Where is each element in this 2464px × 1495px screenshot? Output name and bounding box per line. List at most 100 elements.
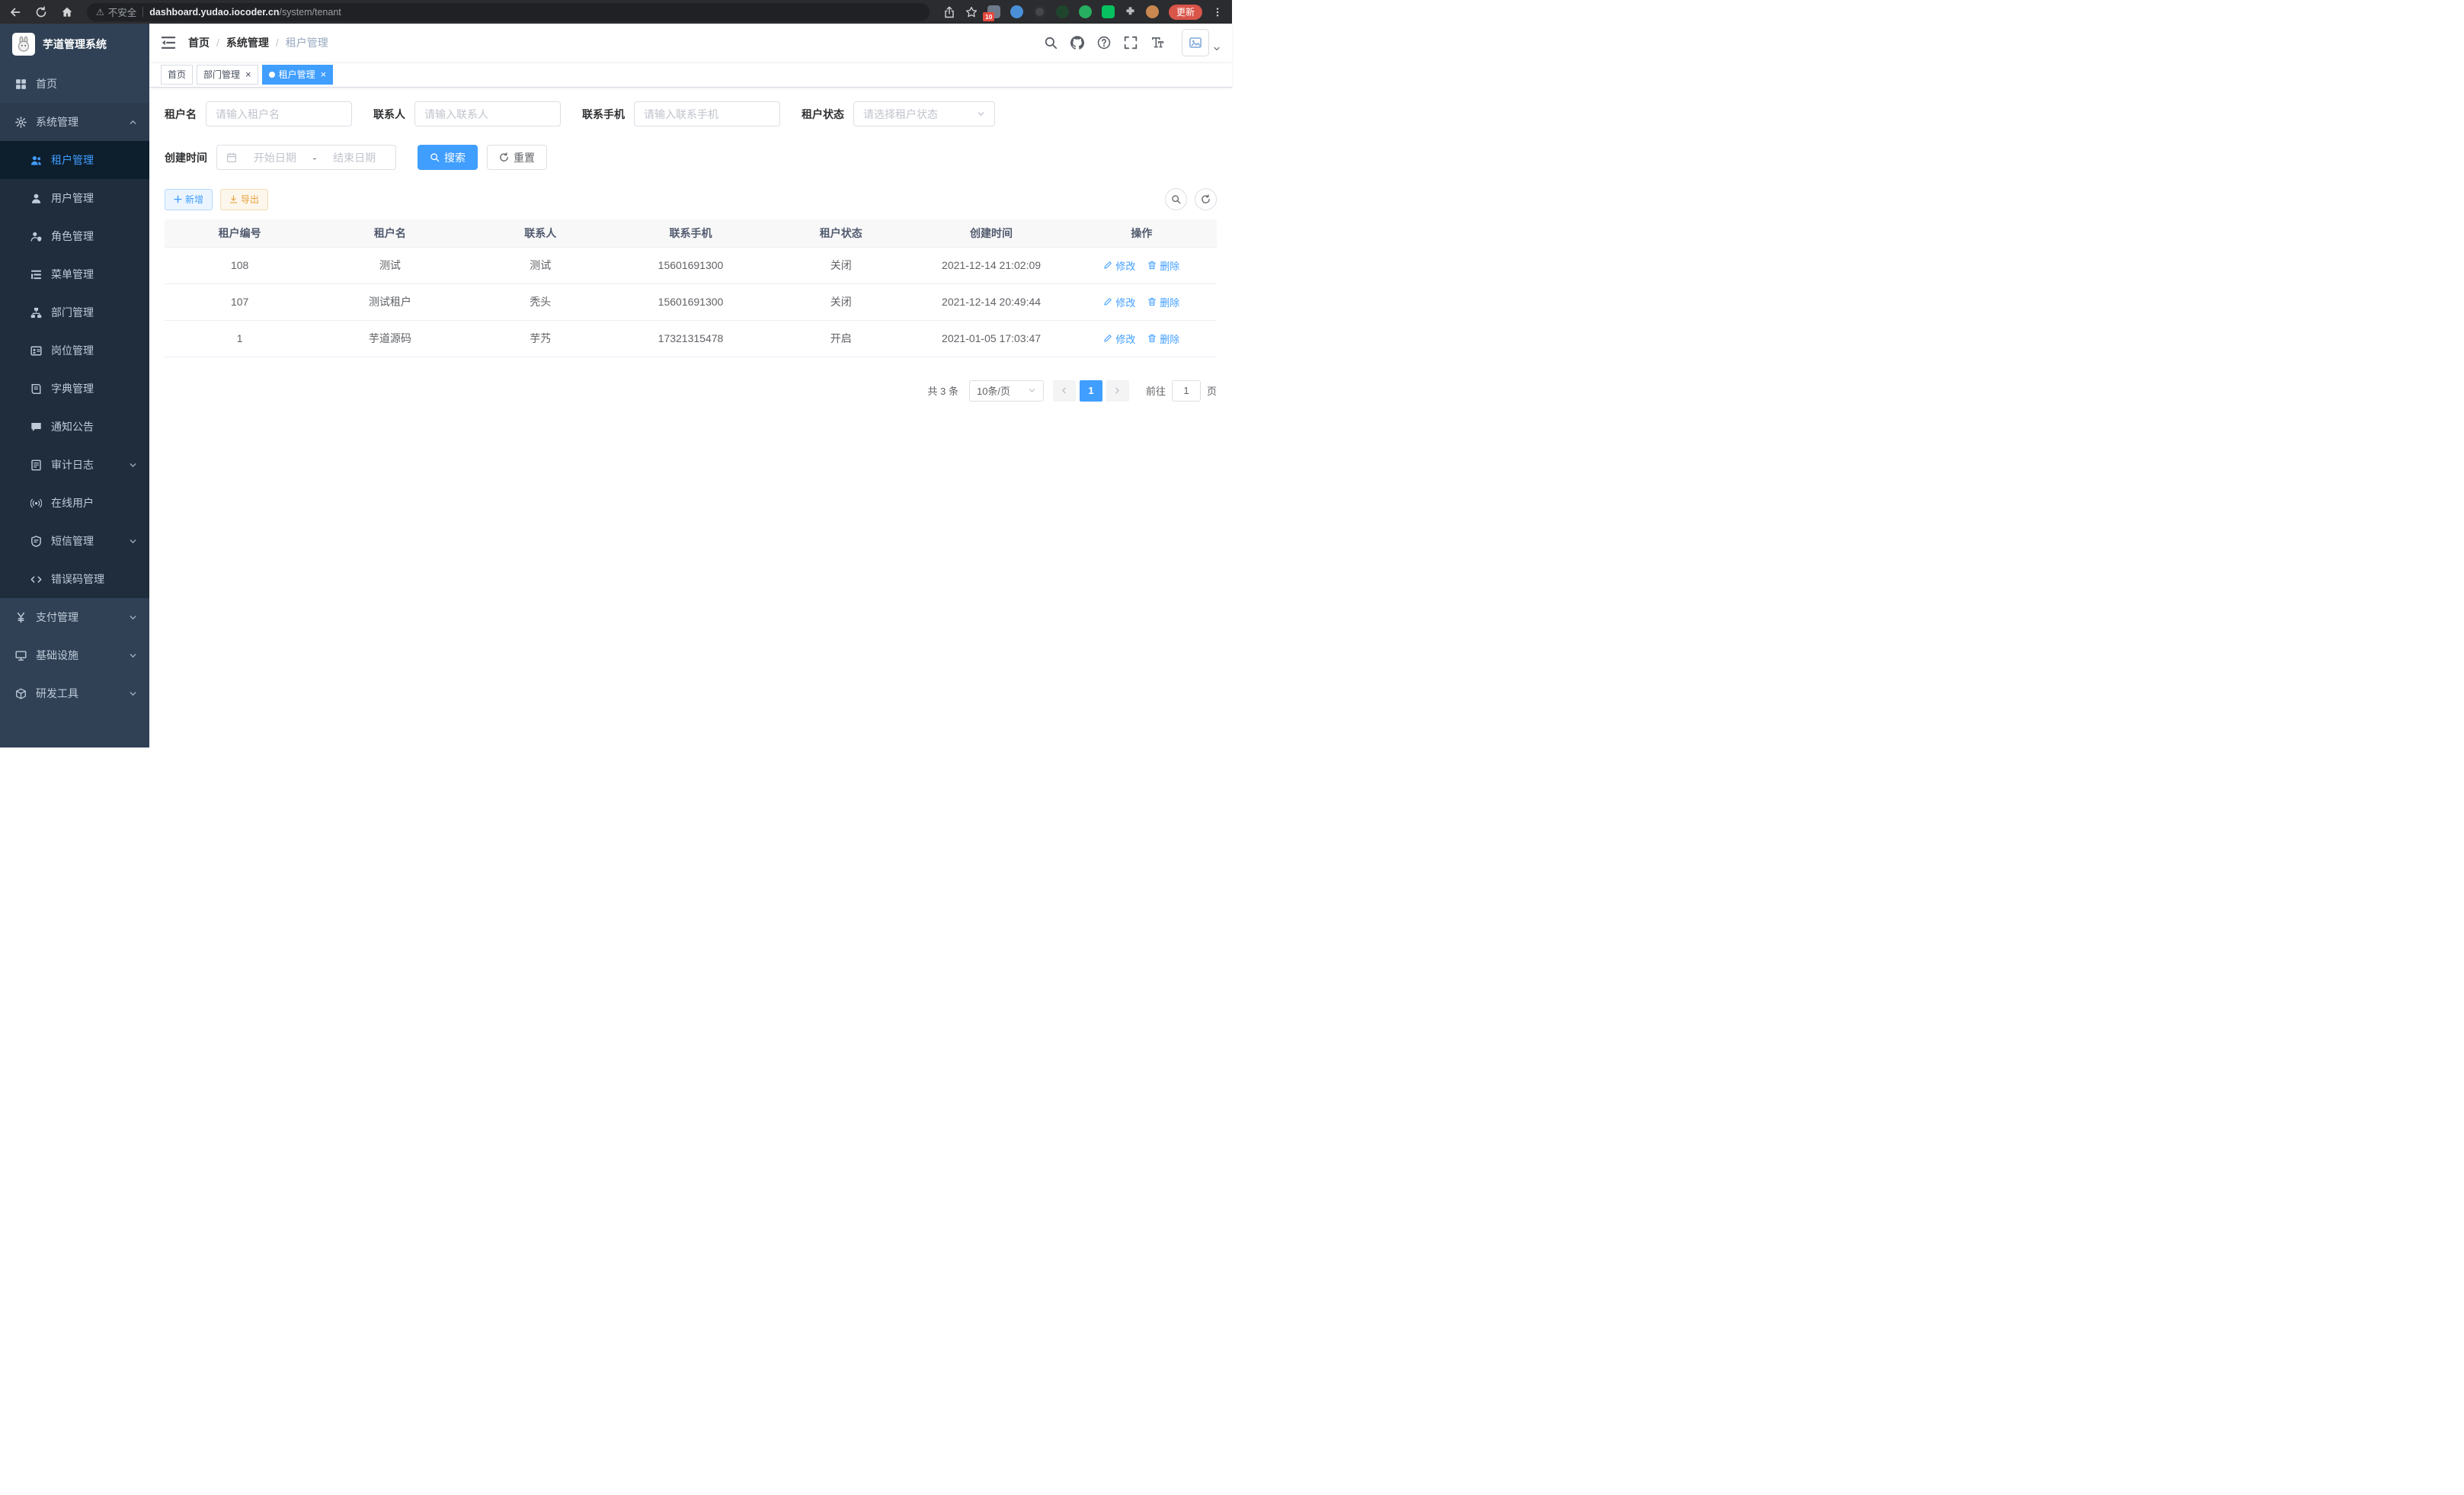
page-number-button[interactable]: 1 xyxy=(1080,380,1102,402)
browser-extension-icon[interactable] xyxy=(1056,5,1069,18)
code-icon xyxy=(30,574,42,585)
sidebar-item-notice[interactable]: 通知公告 xyxy=(0,408,149,446)
sidebar-item-payment[interactable]: 支付管理 xyxy=(0,598,149,636)
security-indicator[interactable]: ⚠ 不安全 xyxy=(96,5,136,19)
status-select[interactable]: 请选择租户状态 xyxy=(853,101,995,126)
bunny-icon xyxy=(14,35,33,53)
main-area: 首页 / 系统管理 / 租户管理 首页 xyxy=(149,24,1232,748)
edit-button[interactable]: 修改 xyxy=(1103,258,1135,273)
active-tab-dot xyxy=(269,72,275,78)
close-icon[interactable]: × xyxy=(245,69,251,79)
cell-created: 2021-12-14 21:02:09 xyxy=(916,247,1066,283)
sidebar-item-user[interactable]: 用户管理 xyxy=(0,179,149,217)
security-label: 不安全 xyxy=(108,5,137,19)
back-icon[interactable] xyxy=(9,6,21,18)
browser-profile-avatar[interactable] xyxy=(1146,5,1159,18)
cell-tenant-id: 1 xyxy=(165,320,315,357)
app-logo[interactable]: 芋道管理系统 xyxy=(0,24,149,65)
chevron-down-icon xyxy=(129,461,137,469)
add-button[interactable]: 新增 xyxy=(165,189,213,210)
date-start-placeholder: 开始日期 xyxy=(243,150,307,165)
sidebar-item-dict[interactable]: 字典管理 xyxy=(0,370,149,408)
delete-label: 删除 xyxy=(1160,258,1179,273)
breadcrumb-separator: / xyxy=(216,37,219,49)
edit-button[interactable]: 修改 xyxy=(1103,331,1135,346)
next-page-button[interactable] xyxy=(1106,380,1129,402)
sidebar-item-infra[interactable]: 基础设施 xyxy=(0,636,149,674)
fullscreen-icon[interactable] xyxy=(1124,36,1138,50)
cell-operations: 修改 删除 xyxy=(1067,320,1217,357)
sidebar-item-audit[interactable]: 审计日志 xyxy=(0,446,149,484)
sidebar-item-role[interactable]: 角色管理 xyxy=(0,217,149,255)
cell-status: 关闭 xyxy=(766,247,916,283)
tab-tenant[interactable]: 租户管理 × xyxy=(262,65,334,85)
contact-input[interactable] xyxy=(424,108,551,120)
sidebar-item-dept[interactable]: 部门管理 xyxy=(0,293,149,331)
app-window: 芋道管理系统 首页 系统管理 租户管理 xyxy=(0,24,1232,748)
github-icon[interactable] xyxy=(1070,36,1084,50)
browser-menu-icon[interactable] xyxy=(1212,7,1223,18)
sidebar-item-system[interactable]: 系统管理 xyxy=(0,103,149,141)
tree-list-icon xyxy=(30,269,42,280)
toggle-search-button[interactable] xyxy=(1165,188,1187,210)
goto-page-input[interactable] xyxy=(1172,380,1201,402)
phone-input[interactable] xyxy=(644,108,770,120)
bookmark-star-icon[interactable] xyxy=(965,6,978,18)
browser-extension-icon[interactable] xyxy=(1010,5,1023,18)
chevron-down-icon xyxy=(129,651,137,660)
sidebar-item-label: 通知公告 xyxy=(51,419,94,434)
browser-extension-icon[interactable] xyxy=(1033,5,1046,18)
sidebar-item-devtools[interactable]: 研发工具 xyxy=(0,674,149,712)
search-icon[interactable] xyxy=(1044,36,1058,50)
help-icon[interactable] xyxy=(1097,36,1111,50)
tenant-name-input[interactable] xyxy=(216,108,342,120)
tags-view: 首页 部门管理 × 租户管理 × xyxy=(149,62,1232,88)
breadcrumb-home[interactable]: 首页 xyxy=(188,35,210,50)
delete-button[interactable]: 删除 xyxy=(1147,258,1179,273)
browser-extension-icon[interactable]: 10 xyxy=(987,5,1000,18)
tab-home[interactable]: 首页 xyxy=(161,65,193,85)
tab-dept[interactable]: 部门管理 × xyxy=(197,65,258,85)
hamburger-icon[interactable] xyxy=(161,35,176,50)
cell-status: 开启 xyxy=(766,320,916,357)
home-icon[interactable] xyxy=(61,6,73,18)
phone-input-wrap xyxy=(634,101,780,126)
close-icon[interactable]: × xyxy=(321,69,327,79)
search-button[interactable]: 搜索 xyxy=(418,145,478,170)
share-icon[interactable] xyxy=(943,6,955,18)
prev-page-button[interactable] xyxy=(1053,380,1076,402)
breadcrumb-system[interactable]: 系统管理 xyxy=(226,35,269,50)
address-bar[interactable]: ⚠ 不安全 dashboard.yudao.iocoder.cn/system/… xyxy=(87,3,930,21)
sidebar-item-tenant[interactable]: 租户管理 xyxy=(0,141,149,179)
delete-button[interactable]: 删除 xyxy=(1147,331,1179,346)
edit-button[interactable]: 修改 xyxy=(1103,295,1135,309)
toolbar-right xyxy=(1165,188,1217,210)
goto-label: 前往 xyxy=(1146,383,1166,398)
refresh-table-button[interactable] xyxy=(1195,188,1217,210)
sidebar-item-errorcode[interactable]: 错误码管理 xyxy=(0,560,149,598)
sidebar-item-label: 字典管理 xyxy=(51,381,94,396)
sidebar-item-home[interactable]: 首页 xyxy=(0,65,149,103)
delete-button[interactable]: 删除 xyxy=(1147,295,1179,309)
date-range-picker[interactable]: 开始日期 - 结束日期 xyxy=(216,145,396,170)
sidebar-item-label: 系统管理 xyxy=(36,114,78,130)
sidebar-item-label: 研发工具 xyxy=(36,686,78,701)
page-size-select[interactable]: 10条/页 xyxy=(969,380,1044,402)
browser-extension-icon[interactable] xyxy=(1079,5,1092,18)
extensions-puzzle-icon[interactable] xyxy=(1125,6,1136,18)
browser-update-button[interactable]: 更新 xyxy=(1169,5,1202,20)
export-button[interactable]: 导出 xyxy=(220,189,268,210)
user-menu[interactable] xyxy=(1182,29,1221,56)
sidebar-item-online[interactable]: 在线用户 xyxy=(0,484,149,522)
sidebar-item-menu[interactable]: 菜单管理 xyxy=(0,255,149,293)
cell-contact: 秃头 xyxy=(466,283,616,320)
role-icon xyxy=(30,231,42,242)
users-icon xyxy=(30,155,42,166)
sidebar-item-sms[interactable]: 短信管理 xyxy=(0,522,149,560)
sidebar-item-post[interactable]: 岗位管理 xyxy=(0,331,149,370)
filter-tenant-name: 租户名 xyxy=(165,101,352,126)
reload-icon[interactable] xyxy=(35,6,47,18)
browser-extension-icon[interactable] xyxy=(1102,5,1115,18)
reset-button[interactable]: 重置 xyxy=(487,145,547,170)
font-size-icon[interactable] xyxy=(1150,36,1164,50)
